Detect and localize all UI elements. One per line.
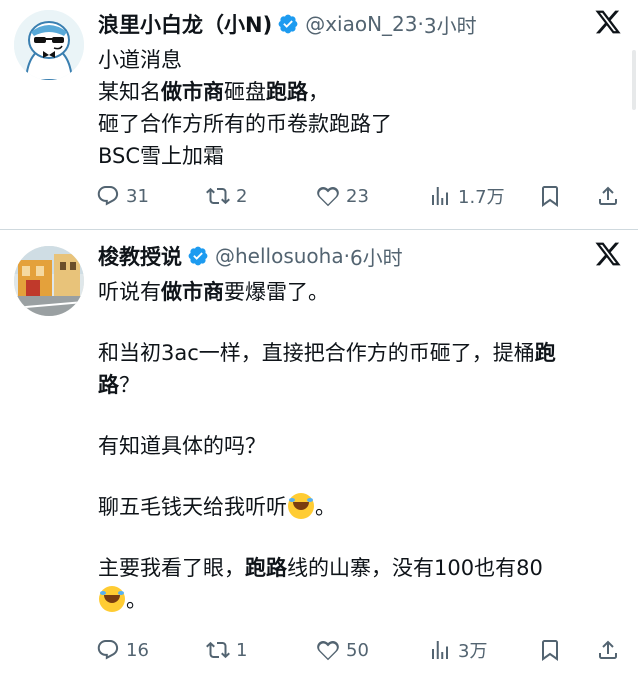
- handle[interactable]: @hellosuoha: [215, 244, 344, 268]
- like-button[interactable]: 50: [316, 634, 369, 666]
- handle[interactable]: @xiaoN_23: [305, 12, 417, 36]
- share-button[interactable]: [596, 634, 626, 666]
- timestamp[interactable]: 6小时: [350, 242, 403, 271]
- like-count: 50: [346, 639, 369, 661]
- tweet-text: 小道消息某知名做市商砸盘跑路， 砸了合作方所有的币卷款跑路了 BSC雪上加霜: [98, 44, 618, 172]
- avatar[interactable]: [14, 10, 84, 80]
- tweet-text-line: 路？: [98, 369, 618, 401]
- retweet-count: 2: [236, 185, 248, 207]
- reply-icon: [97, 640, 119, 660]
- views-button[interactable]: 3万: [428, 634, 487, 666]
- text-run: 线的山寨，没有100也有80: [287, 556, 543, 580]
- bookmark-icon: [542, 640, 558, 661]
- views-icon: [432, 641, 448, 659]
- tweet-text: 听说有做市商要爆雷了。 和当初3ac一样，直接把合作方的币砸了，提桶跑 路？ 有知道具…: [98, 276, 618, 616]
- tweet-text-line: 某知名做市商砸盘跑路，: [98, 76, 618, 108]
- bold-text: 做市商: [161, 80, 224, 104]
- tweet-header: 浪里小白龙（小N) @xiaoN_23 · 3小时: [98, 10, 477, 38]
- like-icon: [317, 186, 339, 207]
- text-run: 。: [315, 495, 336, 519]
- tweet-text-line: 主要我看了眼，跑路线的山寨，没有100也有80: [98, 552, 618, 584]
- retweet-icon: [206, 187, 230, 205]
- bold-text: 跑路: [245, 556, 287, 580]
- action-bar: 31 2 23 1.7万: [96, 180, 626, 212]
- views-count: 1.7万: [458, 187, 505, 208]
- views-button[interactable]: 1.7万: [428, 180, 505, 212]
- bookmark-button[interactable]: [538, 634, 568, 666]
- share-icon: [599, 186, 617, 205]
- views-icon: [432, 187, 448, 205]
- tweet-divider: [0, 229, 638, 230]
- like-icon: [317, 640, 339, 661]
- tweet-text-line: 和当初3ac一样，直接把合作方的币砸了，提桶跑: [98, 337, 618, 369]
- text-run: ，: [308, 80, 329, 104]
- text-run: 听说有: [98, 280, 161, 304]
- display-name[interactable]: 梭教授说: [98, 241, 182, 271]
- tweet-text-line: 小道消息: [98, 44, 618, 76]
- x-logo-icon[interactable]: [594, 8, 622, 36]
- reply-icon: [97, 186, 119, 206]
- retweet-count: 1: [236, 639, 248, 661]
- tweet-1[interactable]: 浪里小白龙（小N) @xiaoN_23 · 3小时 小道消息某知名做市商砸盘跑路…: [0, 0, 638, 230]
- text-run: 主要我看了眼，: [98, 556, 245, 580]
- retweet-icon: [206, 641, 230, 659]
- retweet-button[interactable]: 2: [206, 180, 247, 212]
- text-run: 。: [126, 588, 147, 612]
- tweet-2[interactable]: 梭教授说 @hellosuoha · 6小时 听说有做市商要爆雷了。 和当初3ac…: [0, 232, 638, 680]
- text-run: BSC雪上加霜: [98, 144, 225, 168]
- retweet-button[interactable]: 1: [206, 634, 247, 666]
- bold-text: 跑路: [266, 80, 308, 104]
- text-run: ？: [119, 373, 140, 397]
- bookmark-icon: [542, 186, 558, 207]
- share-button[interactable]: [596, 180, 626, 212]
- tweet-header: 梭教授说 @hellosuoha · 6小时: [98, 242, 403, 270]
- tweet-text-line: 听说有做市商要爆雷了。: [98, 276, 618, 308]
- bold-text: 做市商: [161, 280, 224, 304]
- reply-count: 16: [126, 639, 149, 661]
- like-count: 23: [346, 185, 369, 207]
- bookmark-button[interactable]: [538, 180, 568, 212]
- display-name[interactable]: 浪里小白龙（小N): [98, 9, 272, 39]
- text-run: 某知名: [98, 80, 161, 104]
- reply-button[interactable]: 31: [96, 180, 149, 212]
- timestamp[interactable]: 3小时: [424, 10, 477, 39]
- share-icon: [599, 640, 617, 659]
- tweet-text-line: 。: [98, 584, 618, 616]
- x-logo-icon[interactable]: [594, 240, 622, 268]
- bold-text: 跑: [534, 341, 556, 365]
- verified-badge-icon: [278, 14, 298, 34]
- verified-badge-icon: [188, 246, 208, 266]
- avatar[interactable]: [14, 246, 84, 316]
- action-bar: 16 1 50 3万: [96, 634, 626, 666]
- rolling-laughing-emoji: [288, 493, 314, 519]
- reply-button[interactable]: 16: [96, 634, 149, 666]
- tweet-text-line: 砸了合作方所有的币卷款跑路了: [98, 108, 618, 140]
- text-run: 聊五毛钱天给我听听: [98, 495, 287, 519]
- tweet-text-line: 有知道具体的吗？: [98, 430, 618, 462]
- tweet-text-line: 聊五毛钱天给我听听 。: [98, 491, 618, 523]
- text-run: 有知道具体的吗？: [98, 434, 266, 458]
- text-run: 要爆雷了。: [224, 280, 329, 304]
- reply-count: 31: [126, 185, 149, 207]
- text-run: 砸盘: [224, 80, 266, 104]
- bold-text: 路: [98, 373, 119, 397]
- tweet-text-line: BSC雪上加霜: [98, 140, 618, 172]
- like-button[interactable]: 23: [316, 180, 369, 212]
- views-count: 3万: [458, 641, 488, 662]
- text-run: 和当初3ac一样，直接把合作方的币砸了，提桶: [98, 341, 535, 365]
- text-run: 砸了合作方所有的币卷款跑路了: [98, 112, 392, 136]
- rolling-laughing-emoji: [99, 586, 125, 612]
- text-run: 小道消息: [98, 48, 182, 72]
- scrollbar[interactable]: [632, 50, 636, 110]
